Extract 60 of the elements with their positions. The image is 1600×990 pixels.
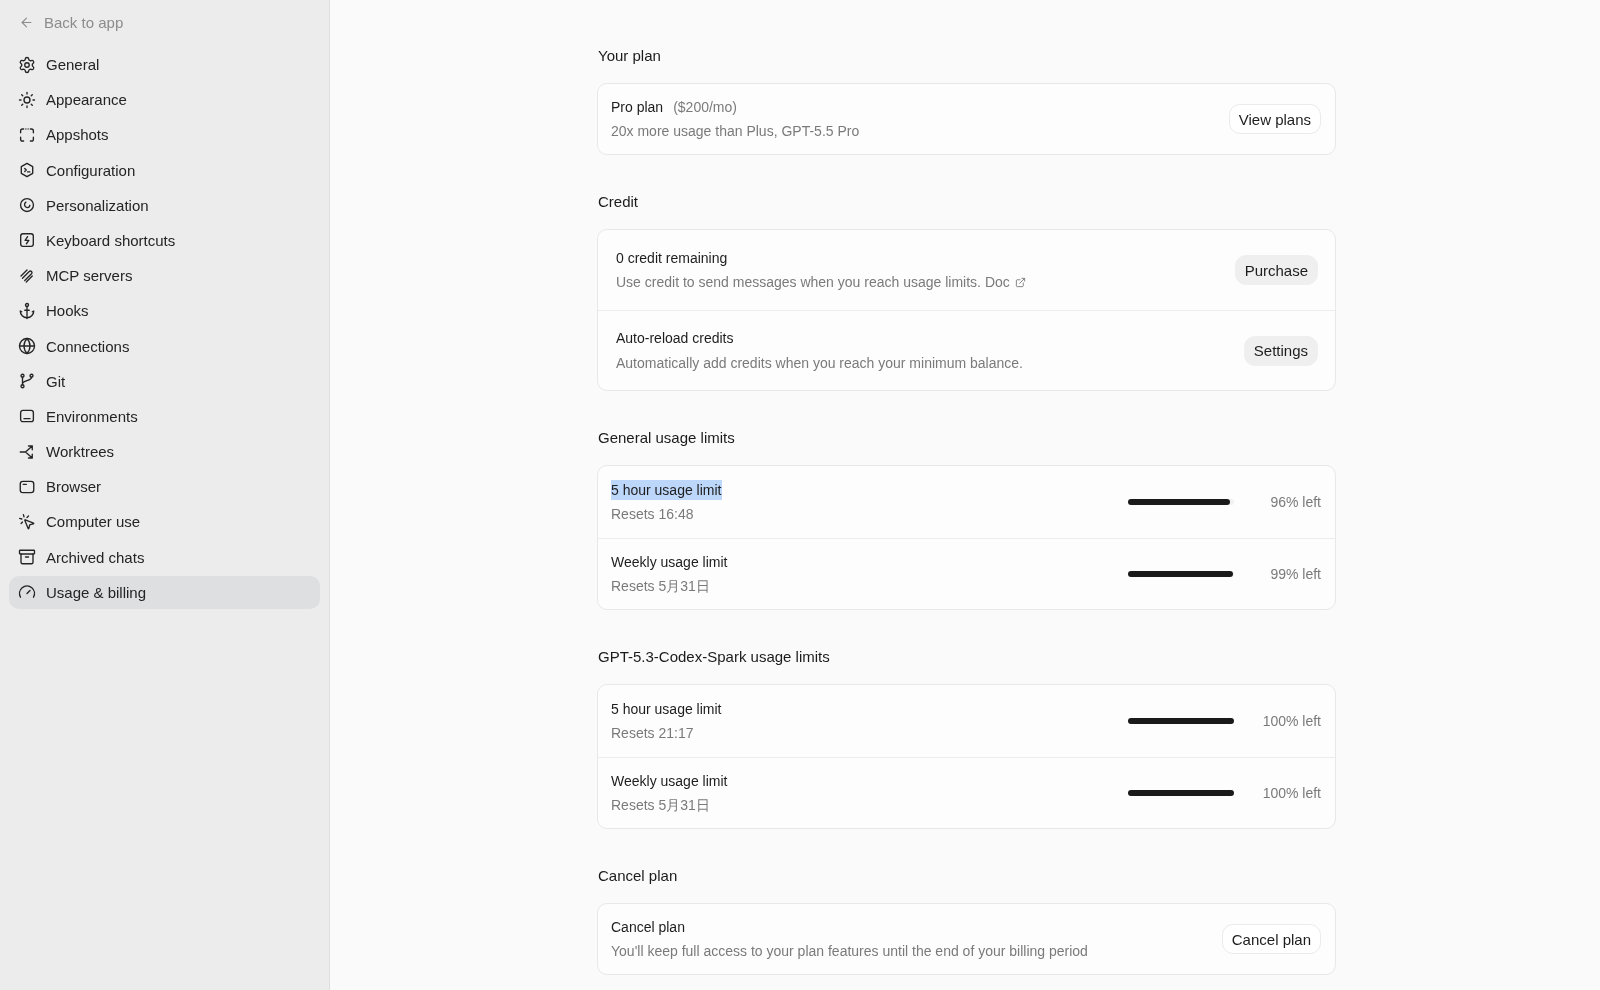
sidebar-item[interactable]: MCP servers [9,259,320,293]
action-button[interactable]: Cancel plan [1221,924,1321,954]
row-description: Resets 21:17 [611,724,694,743]
usage-reading: 99% left [1269,564,1321,584]
section-heading: General usage limits [597,428,736,448]
row-title: 0 credit remaining [616,248,728,268]
sidebar-item[interactable]: Appshots [9,118,320,152]
row-description: Use credit to send messages when you reach usage limits. Doc [616,272,1026,293]
dashed-frame-icon [18,125,36,144]
git-branch-icon [18,372,36,391]
price-note: ($200/mo) [673,97,737,117]
sidebar-item[interactable]: Configuration [9,153,320,187]
usage-reading: 100% left [1261,711,1321,731]
sidebar-item[interactable]: Environments [9,399,320,433]
row-title: Pro plan [611,97,664,117]
action-button[interactable]: Purchase [1234,255,1318,285]
row-title: Cancel plan [611,917,685,937]
sidebar-item[interactable]: Personalization [9,188,320,222]
globe-icon [18,337,36,355]
row-description: You'll keep full access to your plan features until the end of your billing period [611,942,1088,962]
circle-arc-icon [18,196,36,215]
sidebar-item[interactable]: Keyboard shortcuts [9,223,320,257]
action-button[interactable]: View plans [1228,104,1321,134]
row-title: Weekly usage limit [611,552,728,572]
sidebar-item[interactable]: Git [9,364,320,398]
row-description: Resets 16:48 [611,505,694,524]
row-title: Auto-reload credits [616,329,734,349]
sun-icon [18,90,36,109]
sidebar-item[interactable]: Connections [9,329,320,363]
sidebar-item[interactable]: Archived chats [9,540,320,574]
bolt-square-icon [18,231,36,250]
sidebar-item[interactable]: Appearance [9,83,320,117]
row-description: 20x more usage than Plus, GPT-5.5 Pro [611,122,860,142]
sidebar-item[interactable]: Hooks [9,294,320,328]
archive-icon [18,548,36,567]
sidebar-item[interactable]: Browser [9,470,320,504]
sidebar-item[interactable]: General [9,48,320,81]
row-title: 5 hour usage limit [611,699,722,719]
pointer-click-icon [18,512,36,531]
doc-link[interactable]: Doc [984,272,1026,293]
sidebar-item[interactable]: Computer use [9,505,320,539]
external-link-icon [1014,276,1026,288]
section-heading: GPT-5.3-Codex-Spark usage limits [597,647,831,667]
row-description: Resets 5月31日 [611,796,710,815]
sidebar-item[interactable]: Worktrees [9,435,320,469]
row-description: Automatically add credits when you reach your minimum balance. [616,353,1023,373]
section-heading: Your plan [597,46,662,66]
row-description: Resets 5月31日 [611,577,710,596]
terminal-icon [18,161,36,180]
section-heading: Credit [597,192,639,212]
gear-icon [18,55,36,74]
row-title: Weekly usage limit [611,771,728,791]
anchor-icon [18,301,36,320]
usage-reading: 96% left [1269,492,1321,512]
action-button[interactable]: Settings [1243,335,1318,366]
usage-reading: 100% left [1261,783,1321,803]
section-heading: Cancel plan [597,866,679,886]
split-arrows-icon [18,442,36,461]
sidebar-item[interactable]: Usage & billing [9,575,320,609]
row-title: 5 hour usage limit [611,479,722,500]
